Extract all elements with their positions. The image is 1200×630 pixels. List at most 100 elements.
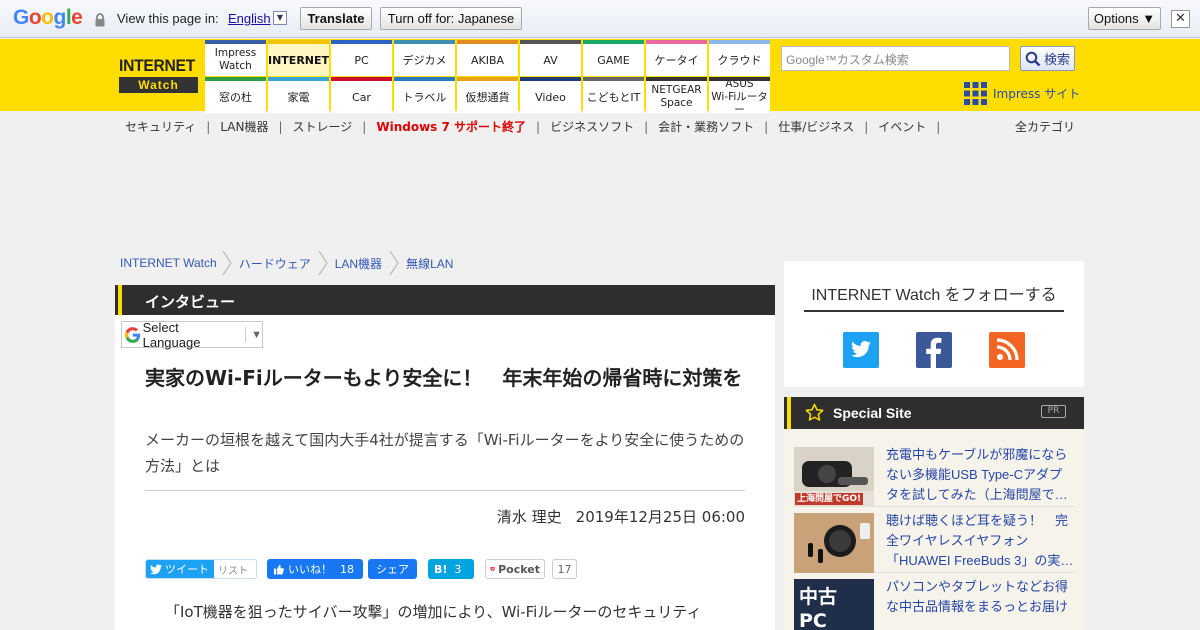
nav-tab[interactable]: AV <box>520 40 581 76</box>
logo-text-bottom: Watch <box>119 77 198 93</box>
subnav-link[interactable]: 会計・業務ソフト <box>658 120 754 134</box>
breadcrumb-link[interactable]: INTERNET Watch <box>120 256 217 270</box>
subnav-separator: | <box>362 120 367 134</box>
subnav-link[interactable]: 仕事/ビジネス <box>778 120 854 134</box>
logo-text-top: INTERNET <box>119 56 196 75</box>
chevron-right-icon <box>318 250 328 276</box>
pocket-label: Pocket <box>498 562 540 576</box>
lock-icon <box>95 12 105 27</box>
hatena-icon: B! <box>434 562 448 576</box>
search-icon <box>1025 51 1041 66</box>
subnav-link[interactable]: LAN機器 <box>220 120 268 134</box>
select-language-dropdown[interactable]: Select Language ▼ <box>121 319 263 350</box>
grid-icon <box>964 81 987 105</box>
nav-tab[interactable]: デジカメ <box>394 40 455 76</box>
nav-tab[interactable]: ASUS Wi-Fiルーター <box>709 77 770 113</box>
translate-button[interactable]: Translate <box>300 7 372 30</box>
article-title: 実家のWi-Fiルーターもより安全に！ 年末年始の帰省時に対策を <box>145 366 743 390</box>
chevron-down-icon: ▼ <box>251 328 262 341</box>
follow-divider <box>804 310 1064 312</box>
subnav-separator: | <box>764 120 769 134</box>
subnav-link[interactable]: Windows 7 サポート終了 <box>376 120 526 134</box>
special-item[interactable]: 中古PC パソコンやタブレットなどお得な中古品情報をまるっとお届け <box>794 573 1074 630</box>
nav-tab[interactable]: 家電 <box>268 77 329 113</box>
special-thumb <box>794 513 874 573</box>
nav-tab[interactable]: Impress Watch <box>205 40 266 76</box>
special-thumb-caption: 上海問屋でGO! <box>795 493 864 505</box>
nav-tab[interactable]: INTERNET <box>268 40 329 76</box>
all-categories-link[interactable]: 全カテゴリ <box>1015 118 1075 135</box>
subnav-link[interactable]: セキュリティ <box>125 120 196 134</box>
rss-icon[interactable] <box>989 332 1025 368</box>
nav-tab[interactable]: こどもとIT <box>583 77 644 113</box>
thumbs-up-icon <box>273 564 284 575</box>
nav-tab[interactable]: Car <box>331 77 392 113</box>
article-subtitle: メーカーの垣根を越えて国内大手4社が提言する「Wi-Fiルーターをより安全に使う… <box>145 431 745 475</box>
nav-tab[interactable]: 仮想通貨 <box>457 77 518 113</box>
section-title: インタビュー <box>145 293 236 311</box>
close-translate-bar-button[interactable]: ✕ <box>1171 10 1190 28</box>
google-g-icon <box>124 326 141 343</box>
nav-tab[interactable]: PC <box>331 40 392 76</box>
nav-tab[interactable]: クラウド <box>709 40 770 76</box>
special-site-title: Special Site <box>833 405 912 421</box>
breadcrumb-link[interactable]: 無線LAN <box>406 255 453 272</box>
nav-tab[interactable]: Video <box>520 77 581 113</box>
special-site-list: 上海問屋でGO! 充電中もケーブルが邪魔にならない多機能USB Type-Cアダ… <box>784 429 1084 630</box>
facebook-icon[interactable] <box>916 332 952 368</box>
special-item[interactable]: 上海問屋でGO! 充電中もケーブルが邪魔にならない多機能USB Type-Cアダ… <box>794 441 1074 507</box>
article-date: 2019年12月25日 06:00 <box>575 508 745 526</box>
pocket-count: 17 <box>552 559 577 579</box>
subnav-link[interactable]: イベント <box>878 120 926 134</box>
tweet-button[interactable]: ツイート リスト <box>145 559 257 579</box>
like-count: 18 <box>340 562 354 576</box>
chevron-right-icon <box>222 250 232 276</box>
language-dropdown-arrow[interactable]: ▼ <box>273 11 287 25</box>
select-language-label: Select Language <box>142 319 201 350</box>
section-header: インタビュー <box>115 285 775 315</box>
nav-tab[interactable]: トラベル <box>394 77 455 113</box>
impress-site-label: Impress サイト <box>993 86 1081 101</box>
nav-tab[interactable]: AKIBA <box>457 40 518 76</box>
nav-tab[interactable]: GAME <box>583 40 644 76</box>
special-item-text: 聴けば聴くほど耳を疑う！ 完全ワイヤレスイヤフォン「HUAWEI FreeBud… <box>886 513 1074 568</box>
subnav-separator: | <box>644 120 649 134</box>
options-button[interactable]: Options ▼ <box>1088 7 1161 30</box>
subnav-link[interactable]: ストレージ <box>293 120 353 134</box>
subnav-separator: | <box>864 120 869 134</box>
special-item[interactable]: 聴けば聴くほど耳を疑う！ 完全ワイヤレスイヤフォン「HUAWEI FreeBud… <box>794 507 1074 573</box>
twitter-icon[interactable] <box>843 332 879 368</box>
follow-box: INTERNET Watch をフォローする <box>784 261 1084 387</box>
breadcrumb-link[interactable]: ハードウェア <box>239 255 311 272</box>
pocket-icon <box>490 566 495 572</box>
subnav-separator: | <box>278 120 283 134</box>
article-author: 清水 理史 <box>496 508 562 526</box>
facebook-like-button[interactable]: いいね！ 18 <box>267 559 363 579</box>
nav-tab[interactable]: NETGEAR Space <box>646 77 707 113</box>
impress-site-link[interactable]: Impress サイト <box>964 81 1081 105</box>
hatena-bookmark-button[interactable]: B! 3 <box>428 559 474 579</box>
subnav-link[interactable]: ビジネスソフト <box>550 120 634 134</box>
target-language-link[interactable]: English <box>228 11 271 26</box>
special-thumb: 上海問屋でGO! <box>794 447 874 507</box>
hatena-count: 3 <box>454 562 462 576</box>
nav-tab[interactable]: ケータイ <box>646 40 707 76</box>
chevron-right-icon <box>389 250 399 276</box>
special-thumb: 中古PC <box>794 579 874 630</box>
breadcrumb-link[interactable]: LAN機器 <box>335 255 382 272</box>
article-byline: 清水 理史 2019年12月25日 06:00 <box>145 506 745 527</box>
search-input[interactable]: Google™カスタム検索 <box>781 46 1010 71</box>
section-accent <box>118 285 122 315</box>
pocket-button[interactable]: Pocket <box>485 559 545 579</box>
twitter-bird-icon <box>150 563 162 574</box>
special-item-text: パソコンやタブレットなどお得な中古品情報をまるっとお届け <box>886 579 1069 614</box>
search-button[interactable]: 検索 <box>1020 46 1075 71</box>
turn-off-translation-button[interactable]: Turn off for: Japanese <box>380 7 522 30</box>
special-thumb-caption: 中古PC <box>799 585 849 630</box>
subnav-separator: | <box>206 120 211 134</box>
special-site-header: Special Site PR <box>784 397 1084 429</box>
internet-watch-logo[interactable]: INTERNET Watch <box>119 57 198 95</box>
nav-tab[interactable]: 窓の杜 <box>205 77 266 113</box>
special-accent <box>787 397 791 429</box>
facebook-share-button[interactable]: シェア <box>368 559 417 579</box>
